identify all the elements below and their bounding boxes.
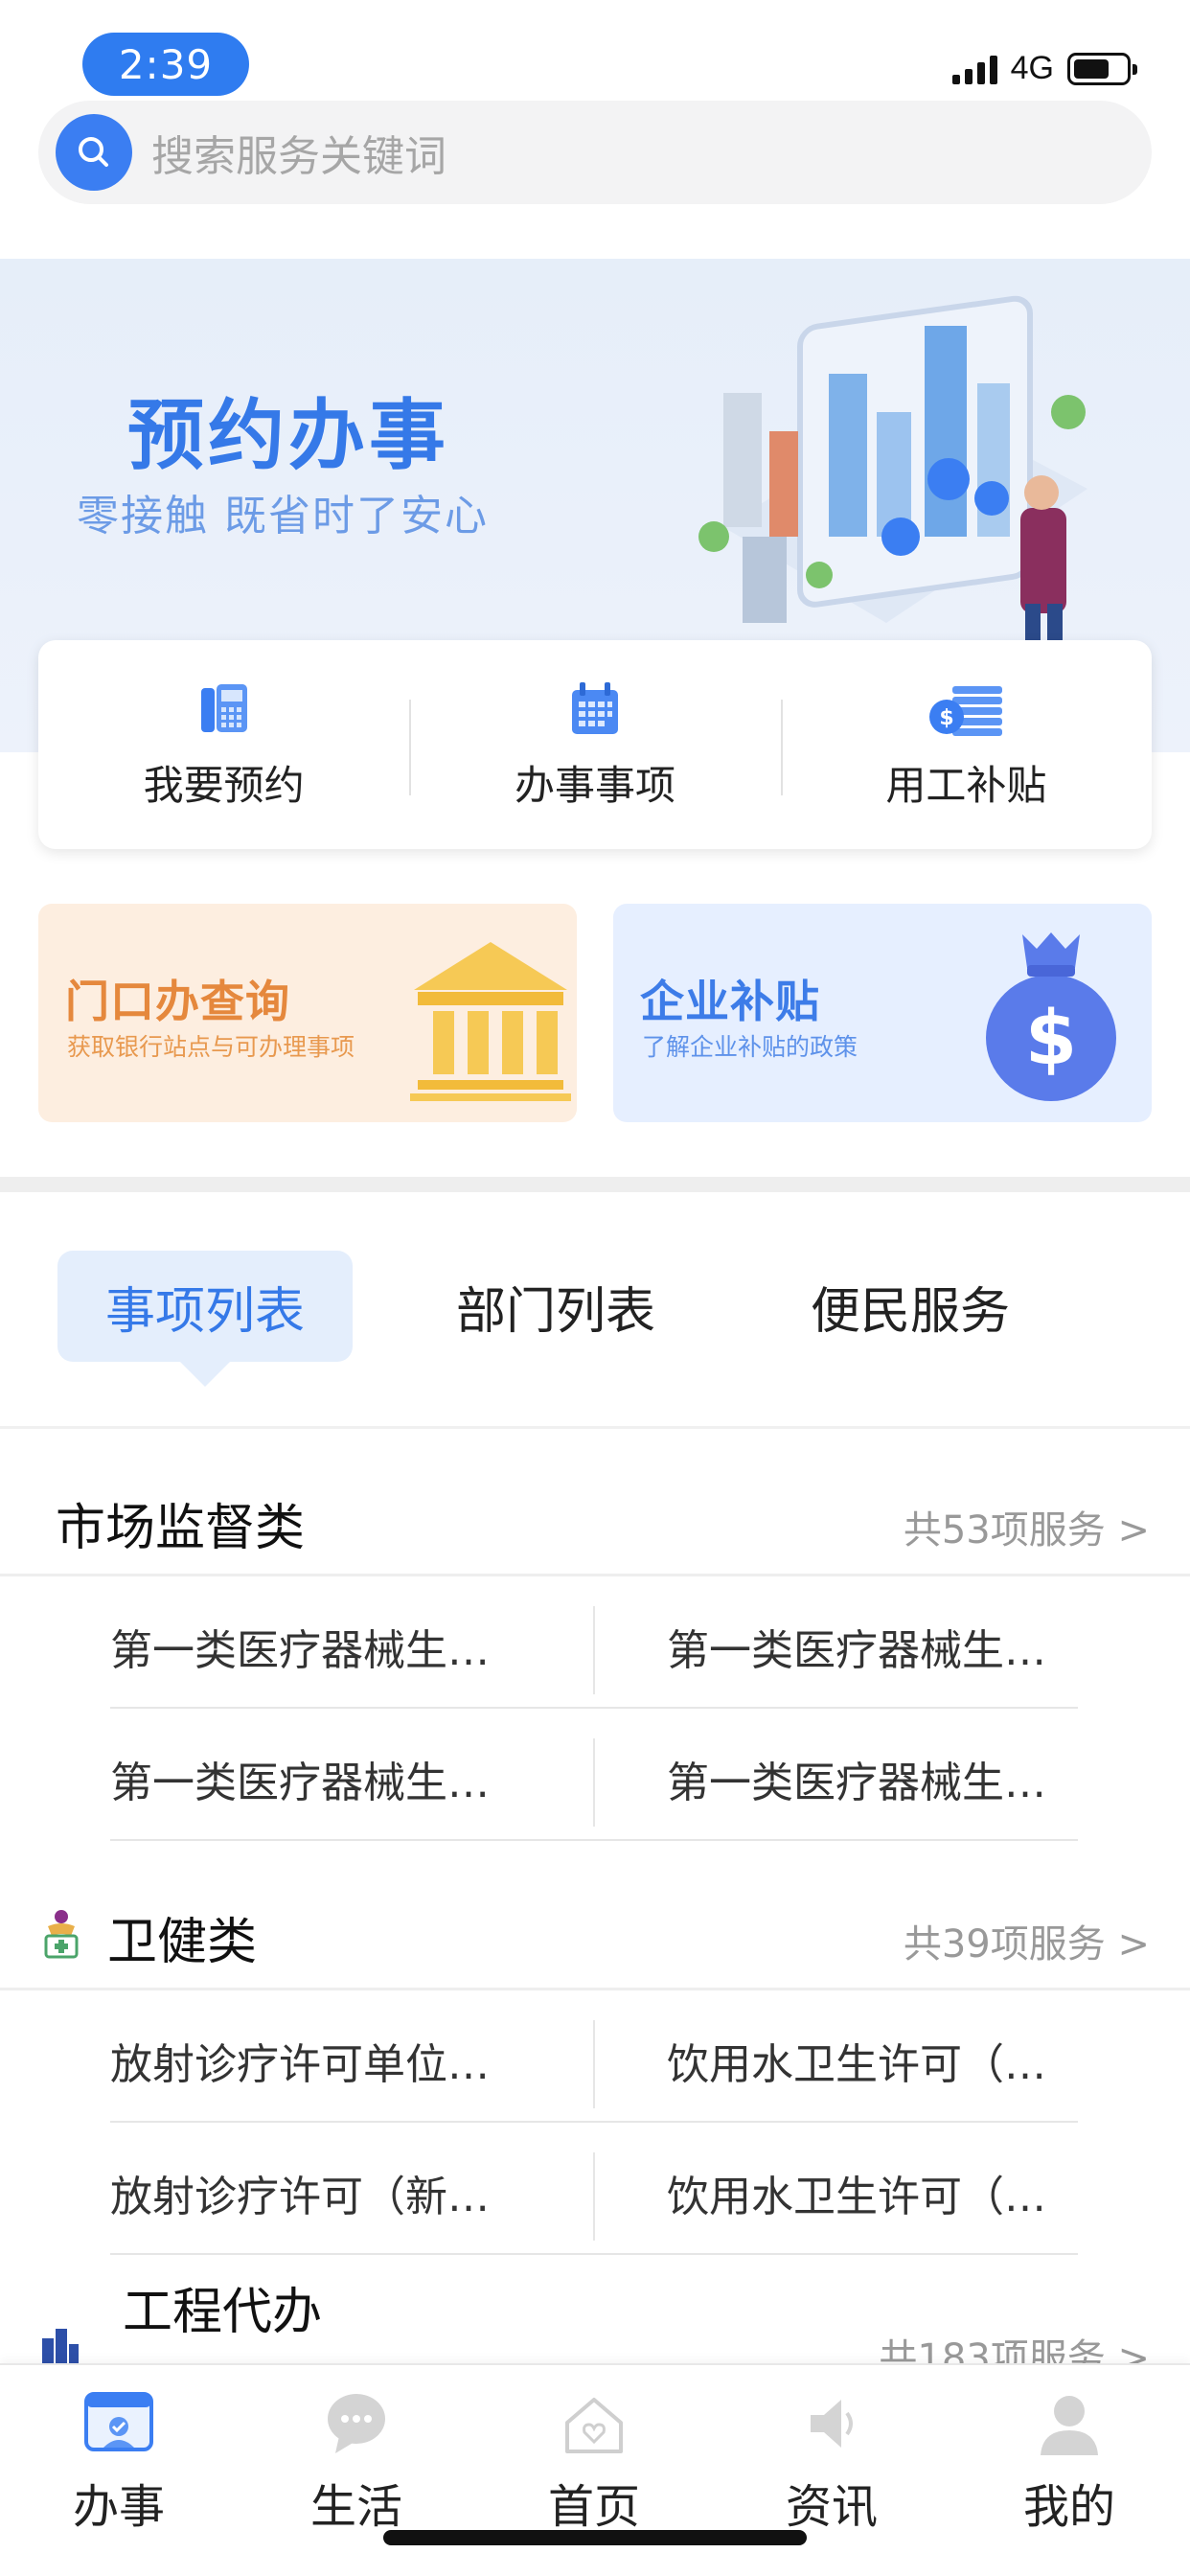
service-item[interactable]: 放射诊疗许可（新…: [110, 2154, 561, 2241]
quick-action-subsidy[interactable]: $ 用工补贴: [780, 640, 1152, 849]
service-item[interactable]: 饮用水卫生许可（…: [667, 2154, 1117, 2241]
bank-icon: [410, 942, 571, 1101]
row-divider: [110, 1707, 1078, 1709]
row-divider: [110, 1839, 1078, 1841]
service-item[interactable]: 第一类医疗器械生…: [667, 1608, 1117, 1694]
tabbar-label: 我的: [1022, 2480, 1115, 2534]
network-type: 4G: [1010, 50, 1054, 86]
coins-icon: $: [929, 685, 1003, 736]
quick-action-appointment[interactable]: 我要预约: [38, 640, 409, 849]
tabbar-item-home[interactable]: 首页: [475, 2388, 713, 2536]
tab-departments[interactable]: 部门列表: [412, 1251, 699, 1362]
quick-action-label: 我要预约: [143, 761, 305, 809]
phone-icon: [200, 683, 247, 732]
search-bar[interactable]: 搜索服务关键词: [38, 101, 1152, 204]
list-tabs: 事项列表 部门列表 便民服务: [0, 1246, 1190, 1390]
service-card-icon: [84, 2392, 153, 2451]
cell-divider: [593, 1738, 595, 1827]
tabs-underline: [0, 1426, 1190, 1429]
promo-desc: 了解企业补贴的政策: [642, 1033, 858, 1061]
promo-enterprise-subsidy[interactable]: 企业补贴 了解企业补贴的政策 $: [613, 904, 1152, 1122]
service-item[interactable]: 饮用水卫生许可（…: [667, 2022, 1117, 2108]
user-icon: [1041, 2396, 1098, 2455]
promo-title: 企业补贴: [640, 976, 820, 1027]
speaker-icon: [811, 2400, 853, 2448]
quick-action-label: 办事事项: [514, 761, 675, 809]
status-time: 2:39: [82, 33, 249, 96]
battery-icon: [1067, 52, 1137, 85]
cell-divider: [593, 1606, 595, 1694]
row-divider: [110, 2253, 1078, 2255]
svg-text:$: $: [940, 706, 954, 730]
cell-divider: [593, 2020, 595, 2108]
category-count-link[interactable]: 共39项服务 >: [904, 1913, 1150, 1968]
category-title: 市场监督类: [56, 1500, 306, 1557]
category-title: 卫健类: [107, 1914, 258, 1971]
category-count-link[interactable]: 共53项服务 >: [904, 1499, 1150, 1554]
service-item[interactable]: 第一类医疗器械生…: [110, 1740, 561, 1827]
category-header: 工程代办 共183项服务 >: [0, 2271, 1190, 2380]
calendar-icon: [571, 681, 618, 734]
tabbar-label: 办事: [72, 2480, 165, 2534]
category-header: 卫健类 共39项服务 >: [0, 1878, 1190, 1984]
home-icon: [565, 2398, 623, 2453]
quick-action-services[interactable]: 办事事项: [409, 640, 780, 849]
search-icon[interactable]: [56, 114, 132, 191]
status-bar: 2:39 4G: [0, 0, 1190, 96]
tab-items[interactable]: 事项列表: [57, 1251, 353, 1387]
search-input[interactable]: 搜索服务关键词: [151, 122, 446, 183]
cell-divider: [593, 2152, 595, 2241]
promo-desc: 获取银行站点与可办理事项: [67, 1033, 355, 1061]
promo-title: 门口办查询: [65, 976, 290, 1027]
tabbar-item-life[interactable]: 生活: [238, 2388, 475, 2536]
tabbar-item-mine[interactable]: 我的: [950, 2388, 1188, 2536]
tabbar-label: 资讯: [785, 2480, 878, 2534]
category-divider: [0, 1988, 1190, 1990]
banner-subtitle: 零接触 既省时了安心: [77, 492, 489, 540]
status-indicators: 4G: [951, 50, 1137, 87]
service-item[interactable]: 放射诊疗许可单位…: [110, 2022, 561, 2108]
category-title: 工程代办: [123, 2284, 323, 2341]
tabbar-label: 首页: [547, 2480, 640, 2534]
promo-bank-query[interactable]: 门口办查询 获取银行站点与可办理事项: [38, 904, 577, 1122]
banner-title: 预约办事: [127, 391, 449, 480]
quick-action-label: 用工补贴: [885, 761, 1047, 809]
quick-actions-card: 我要预约 办事事项 $ 用工补贴: [38, 640, 1152, 849]
city-illustration-icon: [698, 295, 1087, 671]
section-divider: [0, 1177, 1190, 1192]
service-item[interactable]: 第一类医疗器械生…: [667, 1740, 1117, 1827]
row-divider: [110, 2121, 1078, 2123]
tabbar-item-news[interactable]: 资讯: [713, 2388, 950, 2536]
chat-bubble-icon: [328, 2394, 385, 2453]
tabbar-label: 生活: [309, 2480, 402, 2534]
category-header: 市场监督类 共53项服务 >: [0, 1464, 1190, 1570]
signal-icon: [951, 54, 997, 84]
tab-convenience[interactable]: 便民服务: [767, 1251, 1054, 1362]
home-indicator[interactable]: [383, 2530, 807, 2545]
service-item[interactable]: 第一类医疗器械生…: [110, 1608, 561, 1694]
health-icon: [44, 1910, 79, 1959]
tabbar-item-service[interactable]: 办事: [0, 2388, 238, 2536]
category-divider: [0, 1574, 1190, 1576]
svg-text:$: $: [1025, 996, 1077, 1082]
money-bag-icon: $: [986, 932, 1116, 1101]
